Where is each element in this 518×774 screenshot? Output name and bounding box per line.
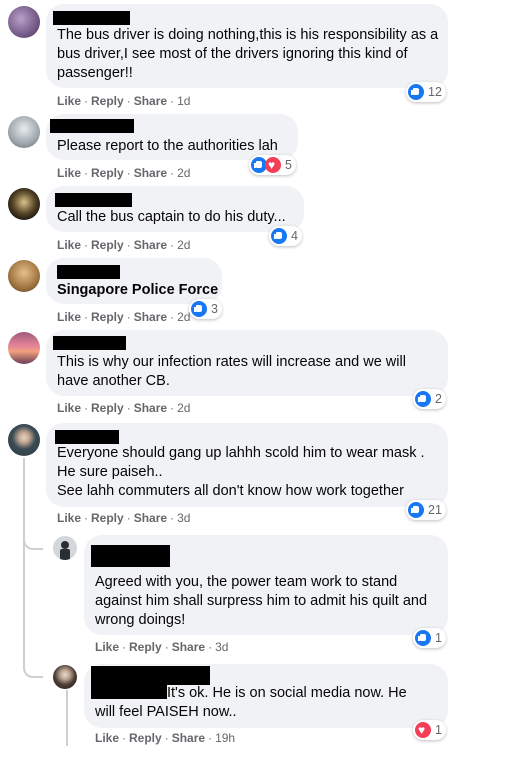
reply-button[interactable]: Reply [129,640,162,654]
reaction-count[interactable]: 1 [413,720,446,740]
comment-text: Everyone should gang up lahhh scold him … [57,445,425,499]
author-name-redacted[interactable] [57,265,120,279]
comment-age[interactable]: 1d [177,94,190,108]
author-name-redacted[interactable] [53,11,130,25]
comment-actions: Like · Reply · Share · 19h [95,731,236,745]
comment-text: Agreed with you, the power team work to … [95,574,428,628]
reaction-count[interactable]: 3 [189,299,222,319]
comment-actions: Like · Reply · Share · 2d [57,310,191,324]
reaction-count[interactable]: 5 [249,155,296,175]
like-button[interactable]: Like [95,640,119,654]
like-button[interactable]: Like [57,310,81,324]
share-button[interactable]: Share [134,94,167,108]
reply-thread-line [23,458,25,662]
reaction-count[interactable]: 21 [406,500,446,520]
like-reaction-icon [408,502,424,518]
share-button[interactable]: Share [134,238,167,252]
author-name-redacted[interactable] [50,119,134,133]
share-button[interactable]: Share [172,731,205,745]
reaction-count[interactable]: 1 [413,628,446,648]
reaction-number: 5 [285,158,292,172]
comment-age[interactable]: 2d [177,166,190,180]
like-button[interactable]: Like [57,238,81,252]
share-button[interactable]: Share [134,310,167,324]
love-reaction-icon [415,722,431,738]
reaction-number: 4 [291,229,298,243]
avatar[interactable] [8,6,40,38]
reaction-number: 1 [435,631,442,645]
tagged-page-link[interactable]: Singapore Police Force [57,281,222,300]
reply-button[interactable]: Reply [91,511,124,525]
comment-age[interactable]: 2d [177,238,190,252]
comment-text: Please report to the authorities lah [57,138,278,154]
comment-actions: Like · Reply · Share · 3d [57,511,191,525]
comment-age[interactable]: 3d [215,640,228,654]
comment-text: This is why our infection rates will inc… [57,354,406,389]
share-button[interactable]: Share [172,640,205,654]
default-person-icon [60,541,70,560]
comment-text: The bus driver is doing nothing,this is … [57,27,439,81]
avatar[interactable] [8,116,40,148]
like-button[interactable]: Like [95,731,119,745]
comment-actions: Like · Reply · Share · 2d [57,238,191,252]
comment-age[interactable]: 3d [177,511,190,525]
like-button[interactable]: Like [57,401,81,415]
reply-button[interactable]: Reply [129,731,162,745]
author-name-redacted[interactable] [55,193,132,207]
like-reaction-icon [415,630,431,646]
comment-actions: Like · Reply · Share · 3d [95,640,229,654]
author-name-redacted[interactable] [91,545,170,567]
comment-age[interactable]: 19h [215,731,235,745]
share-button[interactable]: Share [134,166,167,180]
love-reaction-icon [265,157,281,173]
share-button[interactable]: Share [134,401,167,415]
comment-actions: Like · Reply · Share · 1d [57,94,191,108]
like-button[interactable]: Like [57,166,81,180]
like-reaction-icon [408,84,424,100]
share-button[interactable]: Share [134,511,167,525]
reply-button[interactable]: Reply [91,401,124,415]
like-reaction-icon [415,391,431,407]
like-button[interactable]: Like [57,511,81,525]
comment-actions: Like · Reply · Share · 2d [57,401,191,415]
reaction-count[interactable]: 4 [269,226,302,246]
like-reaction-icon [271,228,287,244]
comment-actions: Like · Reply · Share · 2d [57,166,191,180]
reaction-count[interactable]: 2 [413,389,446,409]
comment-age[interactable]: 2d [177,310,190,324]
avatar[interactable] [53,665,77,689]
reply-button[interactable]: Reply [91,238,124,252]
comment-text: It's ok. He is on social media now. He w… [95,685,407,720]
avatar[interactable] [8,260,40,292]
comment-text: Call the bus captain to do his duty... [57,209,286,225]
reply-thread-connector [23,650,43,678]
avatar[interactable] [8,332,40,364]
reaction-number: 12 [428,85,442,99]
avatar[interactable] [8,188,40,220]
reaction-number: 1 [435,723,442,737]
reply-button[interactable]: Reply [91,310,124,324]
avatar[interactable] [8,424,40,456]
reply-button[interactable]: Reply [91,166,124,180]
comment-age[interactable]: 2d [177,401,190,415]
reaction-count[interactable]: 12 [406,82,446,102]
reply-thread-connector [23,522,43,550]
like-reaction-icon [191,301,207,317]
reaction-number: 21 [428,503,442,517]
reply-thread-line [66,690,68,746]
author-name-redacted[interactable] [53,336,126,350]
avatar[interactable] [53,536,77,560]
like-button[interactable]: Like [57,94,81,108]
author-name-redacted[interactable] [55,430,119,444]
reply-button[interactable]: Reply [91,94,124,108]
reaction-number: 3 [211,302,218,316]
reaction-number: 2 [435,392,442,406]
